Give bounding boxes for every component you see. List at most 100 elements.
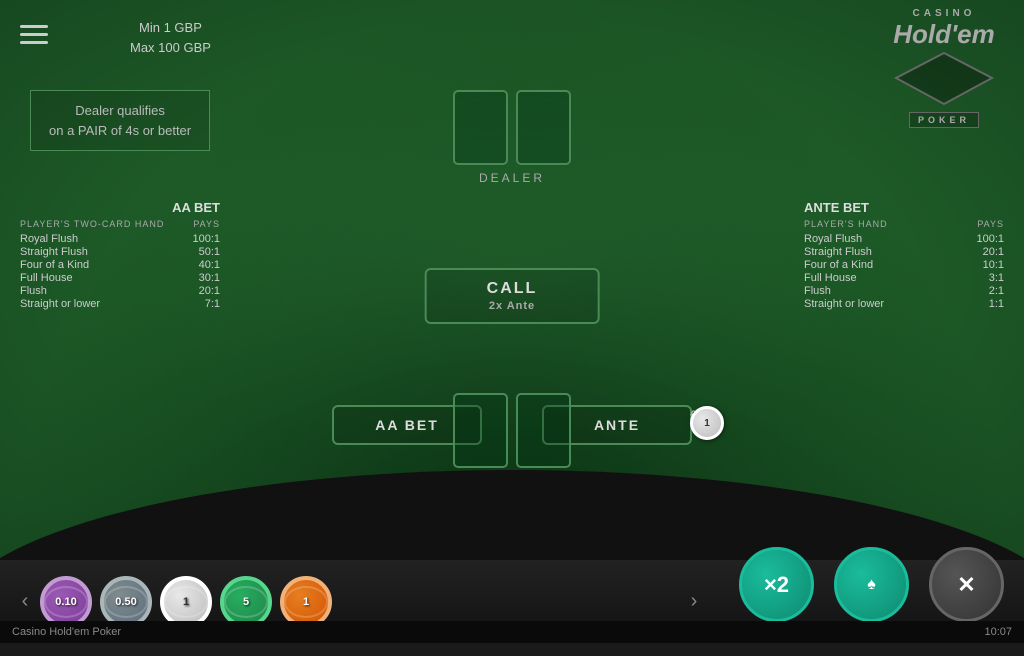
call-label: CALL (487, 280, 538, 298)
ante-hand-1: Straight Flush (804, 246, 872, 258)
chip-10[interactable]: 1 (280, 576, 332, 628)
double-bet-button[interactable]: ×2 (739, 547, 814, 622)
ante-row-5: Straight or lower 1:1 (804, 298, 1004, 310)
aa-hand-5: Straight or lower (20, 298, 100, 310)
logo-holdem: Hold'em (879, 21, 1009, 47)
chip-050[interactable]: 0.50 (100, 576, 152, 628)
ante-pays-5: 1:1 (964, 298, 1004, 310)
chip-tray-right-arrow[interactable]: › (679, 587, 709, 617)
game-table: Min 1 GBP Max 100 GBP CASINO Hold'em POK… (0, 0, 1024, 560)
aa-pays-2: 40:1 (180, 259, 220, 271)
game-logo: CASINO Hold'em POKER (879, 8, 1009, 128)
chip-tray: 0.10 0.50 1 5 1 (40, 576, 679, 628)
ante-hand-4: Flush (804, 285, 831, 297)
chip-tray-left-arrow[interactable]: ‹ (10, 587, 40, 617)
pay-table-aa: AA BET PLAYER'S TWO-CARD HAND PAYS Royal… (20, 200, 220, 311)
player-area: PLAYER (453, 387, 571, 490)
player-card-1 (453, 393, 508, 468)
ante-hand-2: Four of a Kind (804, 259, 873, 271)
aa-row-1: Straight Flush 50:1 (20, 246, 220, 258)
aa-header-hand: PLAYER'S TWO-CARD HAND (20, 219, 164, 229)
aa-pays-1: 50:1 (180, 246, 220, 258)
pay-table-aa-title: AA BET (20, 200, 220, 215)
double-bet-icon: ×2 (764, 574, 789, 596)
aa-hand-1: Straight Flush (20, 246, 88, 258)
pay-table-ante-header: PLAYER'S HAND PAYS (804, 219, 1004, 229)
chip-5-value: 5 (243, 596, 249, 608)
ante-row-0: Royal Flush 100:1 (804, 233, 1004, 245)
max-bet: Max 100 GBP (130, 38, 211, 58)
pay-table-aa-header: PLAYER'S TWO-CARD HAND PAYS (20, 219, 220, 229)
aa-row-5: Straight or lower 7:1 (20, 298, 220, 310)
ante-row-1: Straight Flush 20:1 (804, 246, 1004, 258)
ante-hand-0: Royal Flush (804, 233, 862, 245)
bet-limits: Min 1 GBP Max 100 GBP (130, 18, 211, 57)
aa-pays-0: 100:1 (180, 233, 220, 245)
dealer-cards (453, 90, 571, 165)
aa-pays-4: 20:1 (180, 285, 220, 297)
chip-1-value: 1 (183, 596, 189, 608)
aa-row-0: Royal Flush 100:1 (20, 233, 220, 245)
notice-line2: on a PAIR of 4s or better (49, 123, 191, 138)
status-bar: Casino Hold'em Poker 10:07 (0, 621, 1024, 643)
pay-table-ante: ANTE BET PLAYER'S HAND PAYS Royal Flush … (804, 200, 1004, 311)
ante-pays-2: 10:1 (964, 259, 1004, 271)
dealer-card-2 (516, 90, 571, 165)
aa-hand-4: Flush (20, 285, 47, 297)
right-chevron-icon: › (691, 590, 698, 613)
deal-icon: ♠ (867, 576, 876, 594)
ante-header-hand: PLAYER'S HAND (804, 219, 888, 229)
logo-diamond-icon (894, 51, 994, 106)
dealer-notice: Dealer qualifies on a PAIR of 4s or bett… (30, 90, 210, 151)
ante-row-4: Flush 2:1 (804, 285, 1004, 297)
ante-pays-3: 3:1 (964, 272, 1004, 284)
chip-1[interactable]: 1 (160, 576, 212, 628)
min-bet: Min 1 GBP (130, 18, 211, 38)
ante-hand-3: Full House (804, 272, 857, 284)
call-sub-label: 2x Ante (487, 300, 538, 312)
ante-chip: 1 (690, 406, 724, 440)
dealer-label: DEALER (453, 171, 571, 185)
chip-050-value: 0.50 (115, 596, 136, 608)
aa-header-pays: PAYS (193, 219, 220, 229)
chip-10-value: 1 (303, 596, 309, 608)
ante-pays-0: 100:1 (964, 233, 1004, 245)
ante-header-pays: PAYS (977, 219, 1004, 229)
player-card-2 (516, 393, 571, 468)
call-button[interactable]: CALL 2x Ante (425, 268, 600, 324)
player-cards (453, 393, 571, 468)
logo-poker: POKER (909, 112, 979, 128)
chip-5[interactable]: 5 (220, 576, 272, 628)
ante-chip-value: 1 (704, 418, 710, 429)
menu-button[interactable] (20, 20, 48, 49)
dealer-area: DEALER (453, 90, 571, 185)
app-title: Casino Hold'em Poker (12, 626, 121, 638)
notice-line1: Dealer qualifies (75, 103, 165, 118)
player-label: PLAYER (453, 476, 571, 490)
aa-pays-5: 7:1 (180, 298, 220, 310)
left-chevron-icon: ‹ (22, 590, 29, 613)
aa-row-4: Flush 20:1 (20, 285, 220, 297)
aa-row-2: Four of a Kind 40:1 (20, 259, 220, 271)
ante-hand-5: Straight or lower (804, 298, 884, 310)
aa-row-3: Full House 30:1 (20, 272, 220, 284)
aa-hand-0: Royal Flush (20, 233, 78, 245)
ante-chip-stack: 1 £1 (690, 406, 703, 422)
aa-hand-2: Four of a Kind (20, 259, 89, 271)
deal-button[interactable]: ♠ (834, 547, 909, 622)
ante-pays-1: 20:1 (964, 246, 1004, 258)
clear-bets-button[interactable]: ✕ (929, 547, 1004, 622)
ante-pays-4: 2:1 (964, 285, 1004, 297)
call-area[interactable]: CALL 2x Ante (425, 268, 600, 324)
chip-010-value: 0.10 (55, 596, 76, 608)
aa-hand-3: Full House (20, 272, 73, 284)
aa-pays-3: 30:1 (180, 272, 220, 284)
ante-row-2: Four of a Kind 10:1 (804, 259, 1004, 271)
logo-casino: CASINO (879, 8, 1009, 19)
chip-010[interactable]: 0.10 (40, 576, 92, 628)
ante-row-3: Full House 3:1 (804, 272, 1004, 284)
app-time: 10:07 (984, 626, 1012, 638)
dealer-card-1 (453, 90, 508, 165)
clear-bets-icon: ✕ (957, 574, 975, 596)
pay-table-ante-title: ANTE BET (804, 200, 1004, 215)
